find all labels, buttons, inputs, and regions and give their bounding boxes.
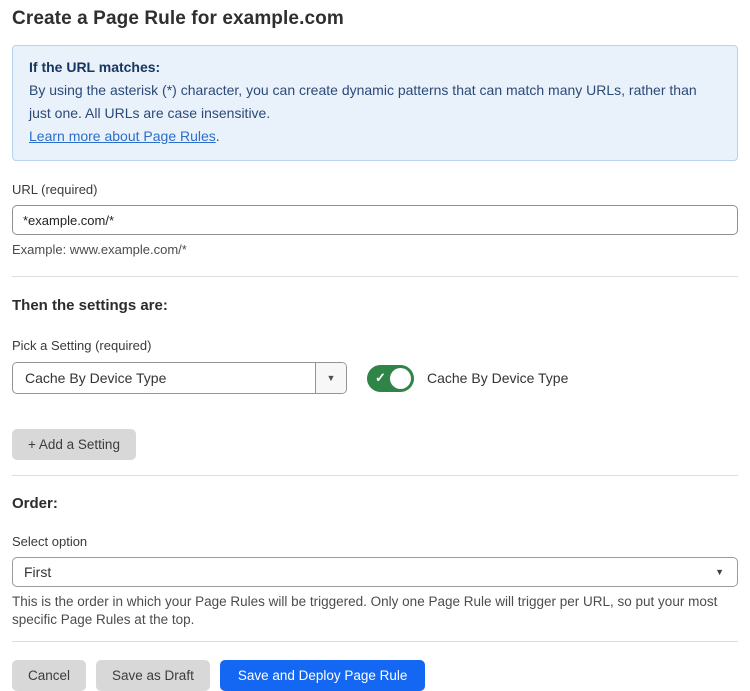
- url-example-helper: Example: www.example.com/*: [12, 242, 738, 257]
- page-title: Create a Page Rule for example.com: [12, 8, 738, 30]
- info-box-body: By using the asterisk (*) character, you…: [29, 79, 721, 125]
- save-as-draft-button[interactable]: Save as Draft: [96, 660, 210, 691]
- add-setting-button[interactable]: + Add a Setting: [12, 429, 136, 460]
- info-box-link-line: Learn more about Page Rules.: [29, 125, 721, 148]
- settings-section-heading: Then the settings are:: [12, 297, 738, 314]
- toggle-label: Cache By Device Type: [427, 370, 568, 386]
- learn-more-link[interactable]: Learn more about Page Rules: [29, 128, 216, 144]
- url-match-info-box: If the URL matches: By using the asteris…: [12, 45, 738, 161]
- cancel-button[interactable]: Cancel: [12, 660, 86, 691]
- save-and-deploy-button[interactable]: Save and Deploy Page Rule: [220, 660, 426, 691]
- setting-select-value: Cache By Device Type: [13, 363, 315, 393]
- order-helper-text: This is the order in which your Page Rul…: [12, 593, 728, 628]
- dropdown-arrow-icon[interactable]: ▼: [315, 363, 346, 393]
- order-section-heading: Order:: [12, 495, 738, 512]
- toggle-knob: [390, 368, 411, 389]
- page-rule-form: Create a Page Rule for example.com If th…: [0, 0, 750, 691]
- info-box-heading: If the URL matches:: [29, 56, 721, 79]
- setting-picker-label: Pick a Setting (required): [12, 338, 738, 353]
- url-field-label: URL (required): [12, 182, 738, 197]
- order-select-value: First: [24, 564, 51, 580]
- divider-url-settings: [12, 276, 738, 277]
- footer-actions: Cancel Save as Draft Save and Deploy Pag…: [12, 660, 738, 691]
- setting-row: Cache By Device Type ▼ ✓ Cache By Device…: [12, 362, 738, 394]
- link-suffix: .: [216, 128, 220, 144]
- setting-select[interactable]: Cache By Device Type ▼: [12, 362, 347, 394]
- check-icon: ✓: [375, 371, 386, 384]
- divider-settings-order: [12, 475, 738, 476]
- divider-footer: [12, 641, 738, 642]
- cache-device-toggle[interactable]: ✓: [367, 365, 414, 392]
- chevron-down-icon: ▼: [715, 567, 724, 577]
- order-select-label: Select option: [12, 534, 738, 549]
- url-input[interactable]: [12, 205, 738, 235]
- order-select[interactable]: First ▼: [12, 557, 738, 587]
